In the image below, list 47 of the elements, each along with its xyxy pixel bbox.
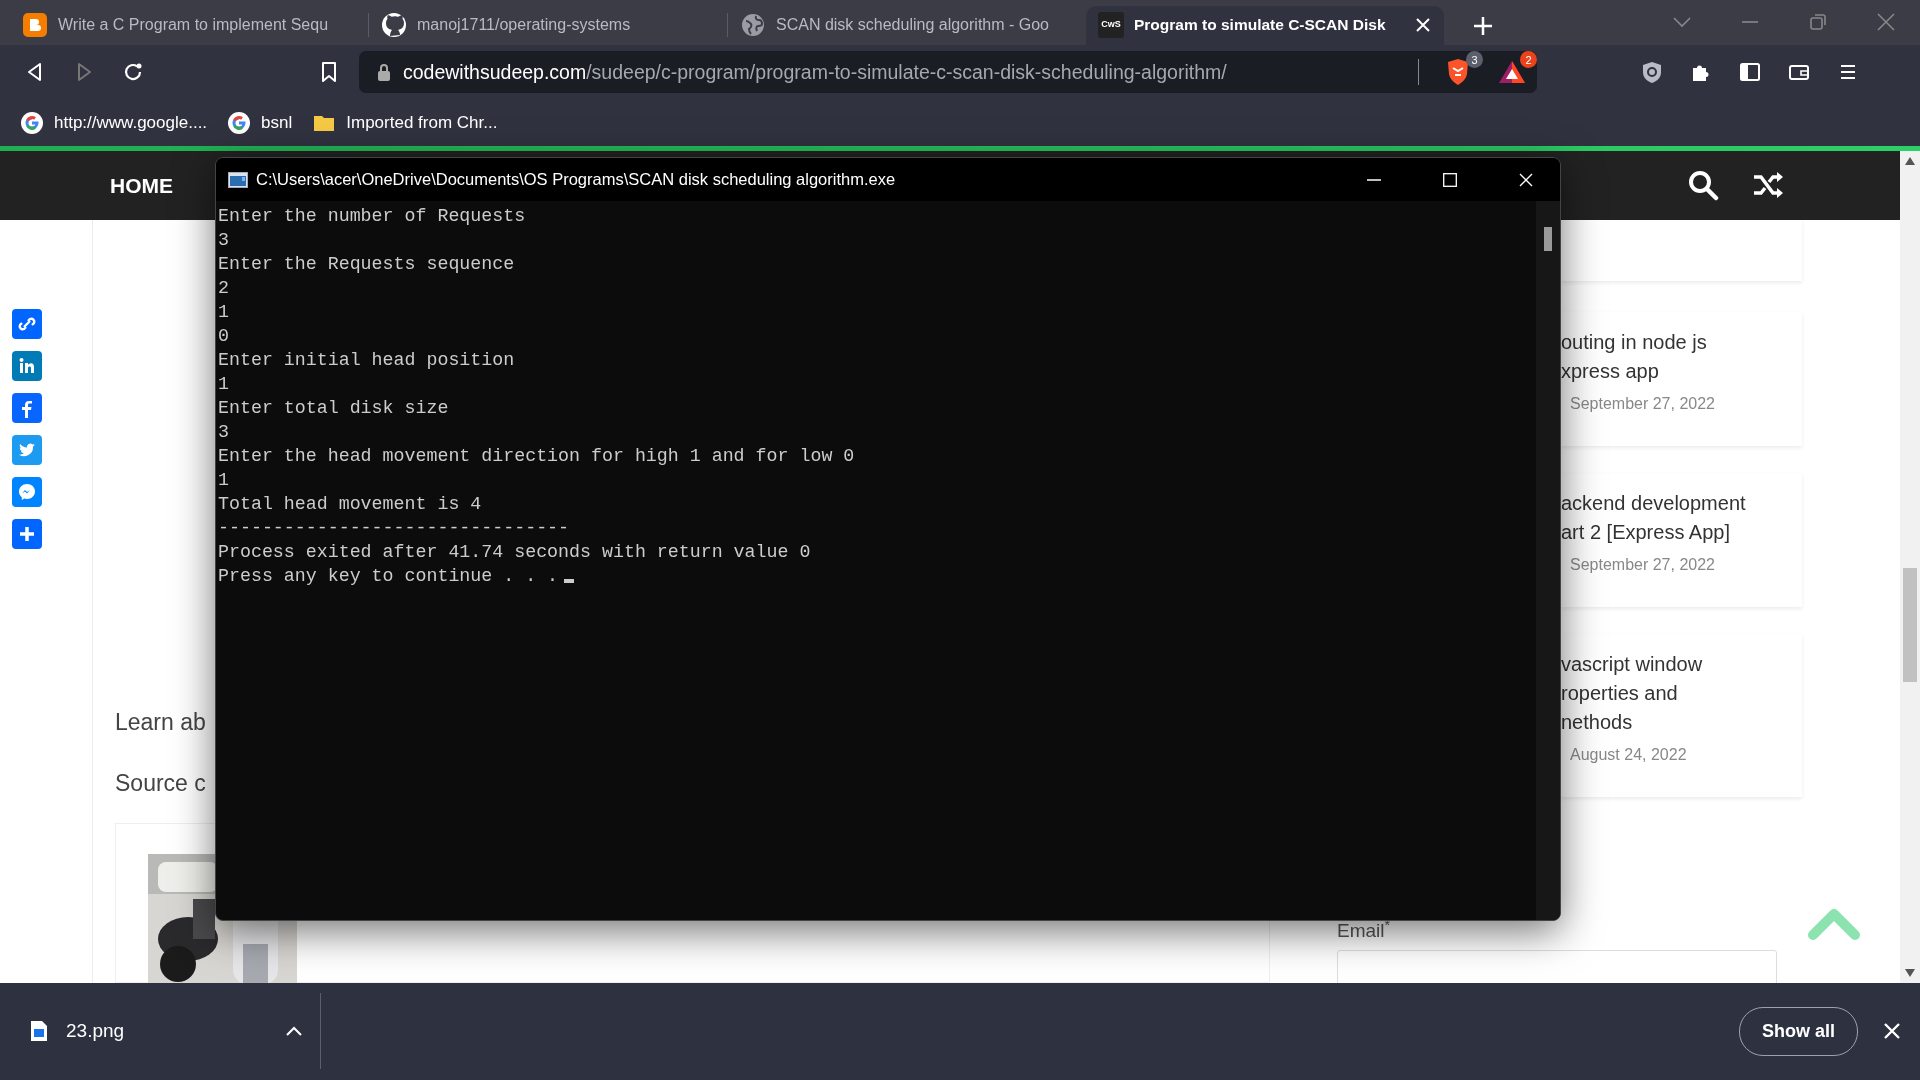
post-date: September 27, 2022 <box>1570 555 1716 576</box>
post-title[interactable]: art 2 [Express App] <box>1561 518 1792 548</box>
post-card[interactable]: ackend development art 2 [Express App] September 27, 2022 <box>1561 473 1802 608</box>
bookmark[interactable]: Imported from Chr... <box>312 110 498 136</box>
badge-count: 3 <box>1466 51 1483 69</box>
console-line: 2 <box>218 278 229 298</box>
post-title[interactable]: vascript window <box>1561 650 1792 680</box>
show-all-button[interactable]: Show all <box>1739 1006 1858 1056</box>
browser-tab[interactable]: SCAN disk scheduling algorithm - Goo <box>728 5 1086 45</box>
badge-count: 2 <box>1520 51 1537 69</box>
post-card[interactable]: vascript window roperties and nethods August 24, 2022 <box>1561 634 1802 798</box>
console-line: -------------------------------- <box>218 518 570 538</box>
post-card[interactable]: outing in node js xpress app September 27, 2022 <box>1561 312 1802 447</box>
url-text: codewithsudeep.com/sudeep/c-program/program-to-simulate-c-scan-disk-scheduling-algorithm/ <box>403 59 1227 85</box>
window-title: C:\Users\acer\OneDrive\Documents\OS Programs\SCAN disk scheduling algorithm.exe <box>256 169 897 191</box>
heading-text: Source c <box>115 769 207 798</box>
console-line: Total head movement is 4 <box>218 494 482 514</box>
console-line: Enter the number of Requests <box>218 206 526 226</box>
post-title[interactable]: nethods <box>1561 708 1792 738</box>
post-title[interactable]: xpress app <box>1561 357 1792 387</box>
console-line: 3 <box>218 230 229 250</box>
bookmark[interactable]: http://www.google.... <box>20 110 208 136</box>
browser-tab[interactable]: manoj1711/operating-systems <box>369 5 727 45</box>
browser-tab[interactable]: Write a C Program to implement Sequ <box>10 5 368 45</box>
post-title[interactable]: roperties and <box>1561 679 1792 709</box>
nav-link[interactable]: HOME <box>110 169 173 202</box>
browser-tab[interactable]: CwS Program to simulate C-SCAN Disk <box>1086 5 1444 45</box>
address-bar[interactable]: codewithsudeep.com/sudeep/c-program/program-to-simulate-c-scan-disk-scheduling-algorithm/ 3 2 <box>359 51 1537 94</box>
post-date: September 27, 2022 <box>1570 394 1716 415</box>
post-title[interactable]: outing in node js <box>1561 328 1792 358</box>
console-line: 3 <box>218 422 229 442</box>
console-line: 1 <box>218 374 229 394</box>
console-line: 0 <box>218 326 229 346</box>
console-line: Enter the head movement direction for high 1 and for low 0 <box>218 446 855 466</box>
site-favicon: CwS <box>1098 12 1124 39</box>
console-line: Enter the Requests sequence <box>218 254 515 274</box>
bookmark[interactable]: bsnl <box>227 110 293 136</box>
console-line: Press any key to continue . . . <box>218 566 559 586</box>
post-title[interactable]: ackend development <box>1561 489 1792 519</box>
console-line: Process exited after 41.74 seconds with return value 0 <box>218 542 811 562</box>
console-line: 1 <box>218 302 229 322</box>
console-line: Enter total disk size <box>218 398 449 418</box>
heading-text: Learn ab <box>115 708 207 737</box>
console-line: Enter initial head position <box>218 350 515 370</box>
post-date: August 24, 2022 <box>1570 745 1688 766</box>
console-line: 1 <box>218 470 229 490</box>
download-item[interactable]: 23.png <box>30 1017 302 1046</box>
